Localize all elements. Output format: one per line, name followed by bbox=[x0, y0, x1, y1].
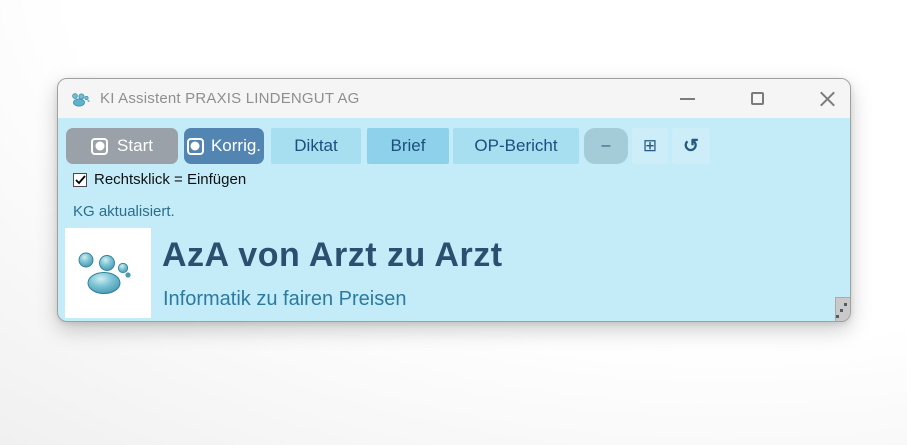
titlebar[interactable]: KI Assistent PRAXIS LINDENGUT AG bbox=[58, 79, 850, 118]
desktop-background: KI Assistent PRAXIS LINDENGUT AG Start K… bbox=[0, 0, 907, 445]
minimize-icon bbox=[680, 98, 695, 100]
grid-button[interactable]: ⊞ bbox=[632, 128, 668, 164]
diktat-button[interactable]: Diktat bbox=[271, 128, 361, 164]
close-icon bbox=[820, 91, 835, 106]
app-logo-icon bbox=[70, 90, 92, 108]
brand-heading: AzA von Arzt zu Arzt bbox=[162, 236, 503, 275]
window-content: Start Korrig. Diktat Brief OP-Bericht – … bbox=[58, 118, 850, 322]
brief-button[interactable]: Brief bbox=[367, 128, 449, 164]
resize-grip[interactable] bbox=[835, 297, 850, 322]
refresh-icon: ↺ bbox=[683, 135, 699, 158]
status-text: KG aktualisiert. bbox=[73, 203, 175, 220]
minus-icon: – bbox=[602, 137, 611, 155]
brand-tagline: Informatik zu fairen Preisen bbox=[163, 288, 406, 311]
water-drops-icon bbox=[65, 228, 151, 318]
record-icon bbox=[187, 138, 204, 155]
close-button[interactable] bbox=[804, 79, 850, 118]
brief-button-label: Brief bbox=[391, 136, 426, 156]
aza-logo bbox=[65, 228, 151, 318]
checkbox-box[interactable] bbox=[73, 173, 87, 187]
diktat-button-label: Diktat bbox=[294, 136, 337, 156]
rechtsklick-checkbox[interactable]: Rechtsklick = Einfügen bbox=[73, 171, 246, 188]
maximize-icon bbox=[751, 92, 764, 105]
korrig-button-label: Korrig. bbox=[211, 136, 261, 156]
refresh-button[interactable]: ↺ bbox=[672, 128, 710, 164]
minimize-button[interactable] bbox=[664, 79, 710, 118]
korrig-button[interactable]: Korrig. bbox=[184, 128, 264, 164]
window-title: KI Assistent PRAXIS LINDENGUT AG bbox=[100, 90, 360, 107]
start-button[interactable]: Start bbox=[66, 128, 178, 164]
check-icon bbox=[75, 175, 86, 185]
grid-icon: ⊞ bbox=[643, 136, 657, 156]
record-icon bbox=[91, 138, 108, 155]
checkbox-label: Rechtsklick = Einfügen bbox=[94, 171, 246, 188]
maximize-button[interactable] bbox=[734, 79, 780, 118]
start-button-label: Start bbox=[117, 136, 153, 156]
window-controls bbox=[664, 79, 850, 118]
op-bericht-button-label: OP-Bericht bbox=[474, 136, 557, 156]
app-window: KI Assistent PRAXIS LINDENGUT AG Start K… bbox=[57, 78, 851, 322]
collapse-button[interactable]: – bbox=[584, 128, 628, 164]
op-bericht-button[interactable]: OP-Bericht bbox=[453, 128, 579, 164]
